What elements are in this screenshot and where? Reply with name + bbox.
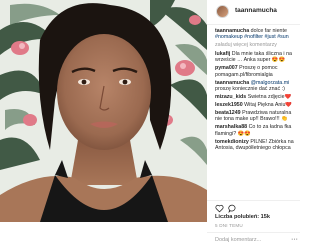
tag-link[interactable]: #nofilter: [244, 34, 263, 40]
comment: lukafij Dla mnie taka śliczna i na wrześc…: [215, 51, 300, 64]
comment-username[interactable]: taannamucha: [215, 28, 249, 34]
comment-line: flamingi? 😍😍: [215, 130, 251, 137]
header-divider: [207, 24, 300, 25]
load-more-comments[interactable]: załaduj więcej komentarzy: [215, 42, 300, 48]
comment-line: proszę koniecznie dać znać :): [215, 86, 285, 93]
add-comment-input[interactable]: Dodaj komentarz...: [215, 237, 261, 243]
comments-list: taannamucha dolce far niente #nomakeup #n…: [215, 28, 300, 206]
comment: taannamucha @malgorzata.mi proszę koniecz…: [215, 80, 300, 93]
comment-username[interactable]: tomekdionizy: [215, 139, 249, 145]
comment: marshalka88 Co to za ładna fka flamingi? …: [215, 124, 300, 137]
comment-username[interactable]: mizazu_kids: [215, 94, 246, 100]
comment: leszek1950 Witaj Piękna Aniu❤️: [215, 102, 300, 108]
tag-link[interactable]: #sun: [277, 34, 289, 40]
comment-username[interactable]: leszek1950: [215, 102, 243, 108]
action-bar: [207, 200, 300, 213]
post-photo[interactable]: [0, 0, 207, 222]
likes-count[interactable]: Liczba polubień: 15k: [215, 214, 270, 220]
tag-link[interactable]: #just: [265, 34, 276, 40]
avatar[interactable]: [216, 5, 229, 18]
comment-icon[interactable]: [228, 204, 237, 213]
comment: beata1249 Prawdziwa naturalna nie tona ma…: [215, 110, 300, 123]
more-options-icon[interactable]: ···: [291, 236, 298, 243]
username[interactable]: taannamucha: [235, 7, 277, 14]
post-date[interactable]: 5 DNI TEMU: [215, 223, 243, 228]
comment: mizazu_kids Świetna zdjęcie❤️: [215, 94, 300, 100]
comment-line: leszek1950 Witaj Piękna Aniu❤️: [215, 102, 293, 109]
comment-line: wrzeście … Anka super 😍😍: [215, 57, 286, 64]
comment-line: nie tona make up!! Brawo!!! 👏: [215, 116, 288, 123]
selfie-image: [0, 0, 207, 222]
comment-username[interactable]: taannamucha: [215, 80, 249, 86]
tag-link[interactable]: @malgorzata.mi: [251, 80, 290, 86]
heart-icon[interactable]: [215, 204, 224, 213]
comment: tomekdionizy PILNE! Zbiórka na Antosia, d…: [215, 139, 300, 152]
post-header: taannamucha: [207, 0, 300, 26]
post-caption: taannamucha dolce far niente #nomakeup #n…: [215, 28, 300, 41]
comment-line: mizazu_kids Świetna zdjęcie❤️: [215, 94, 292, 101]
add-comment-divider: [207, 232, 300, 233]
comment: pyma007 Proszę o pomoc pomagam.pl/fibromi…: [215, 65, 300, 78]
comment-username[interactable]: pyma007: [215, 65, 238, 71]
comment-line: marshalka88 Co to za ładna fka: [215, 124, 292, 131]
comment-line: #nomakeup #nofilter #just #sun: [215, 34, 300, 40]
comment-username[interactable]: lukafij: [215, 51, 230, 57]
comment-line: Antosia, dwupółletniego chłopca: [215, 145, 291, 152]
comment-line: pomagam.pl/fibromialgia: [215, 71, 273, 78]
post-sidebar: taannamucha taannamucha dolce far niente…: [207, 0, 300, 250]
comment-line: załaduj więcej komentarzy: [215, 42, 277, 49]
comment-username[interactable]: marshalka88: [215, 124, 247, 130]
tag-link[interactable]: #nomakeup: [215, 34, 243, 40]
